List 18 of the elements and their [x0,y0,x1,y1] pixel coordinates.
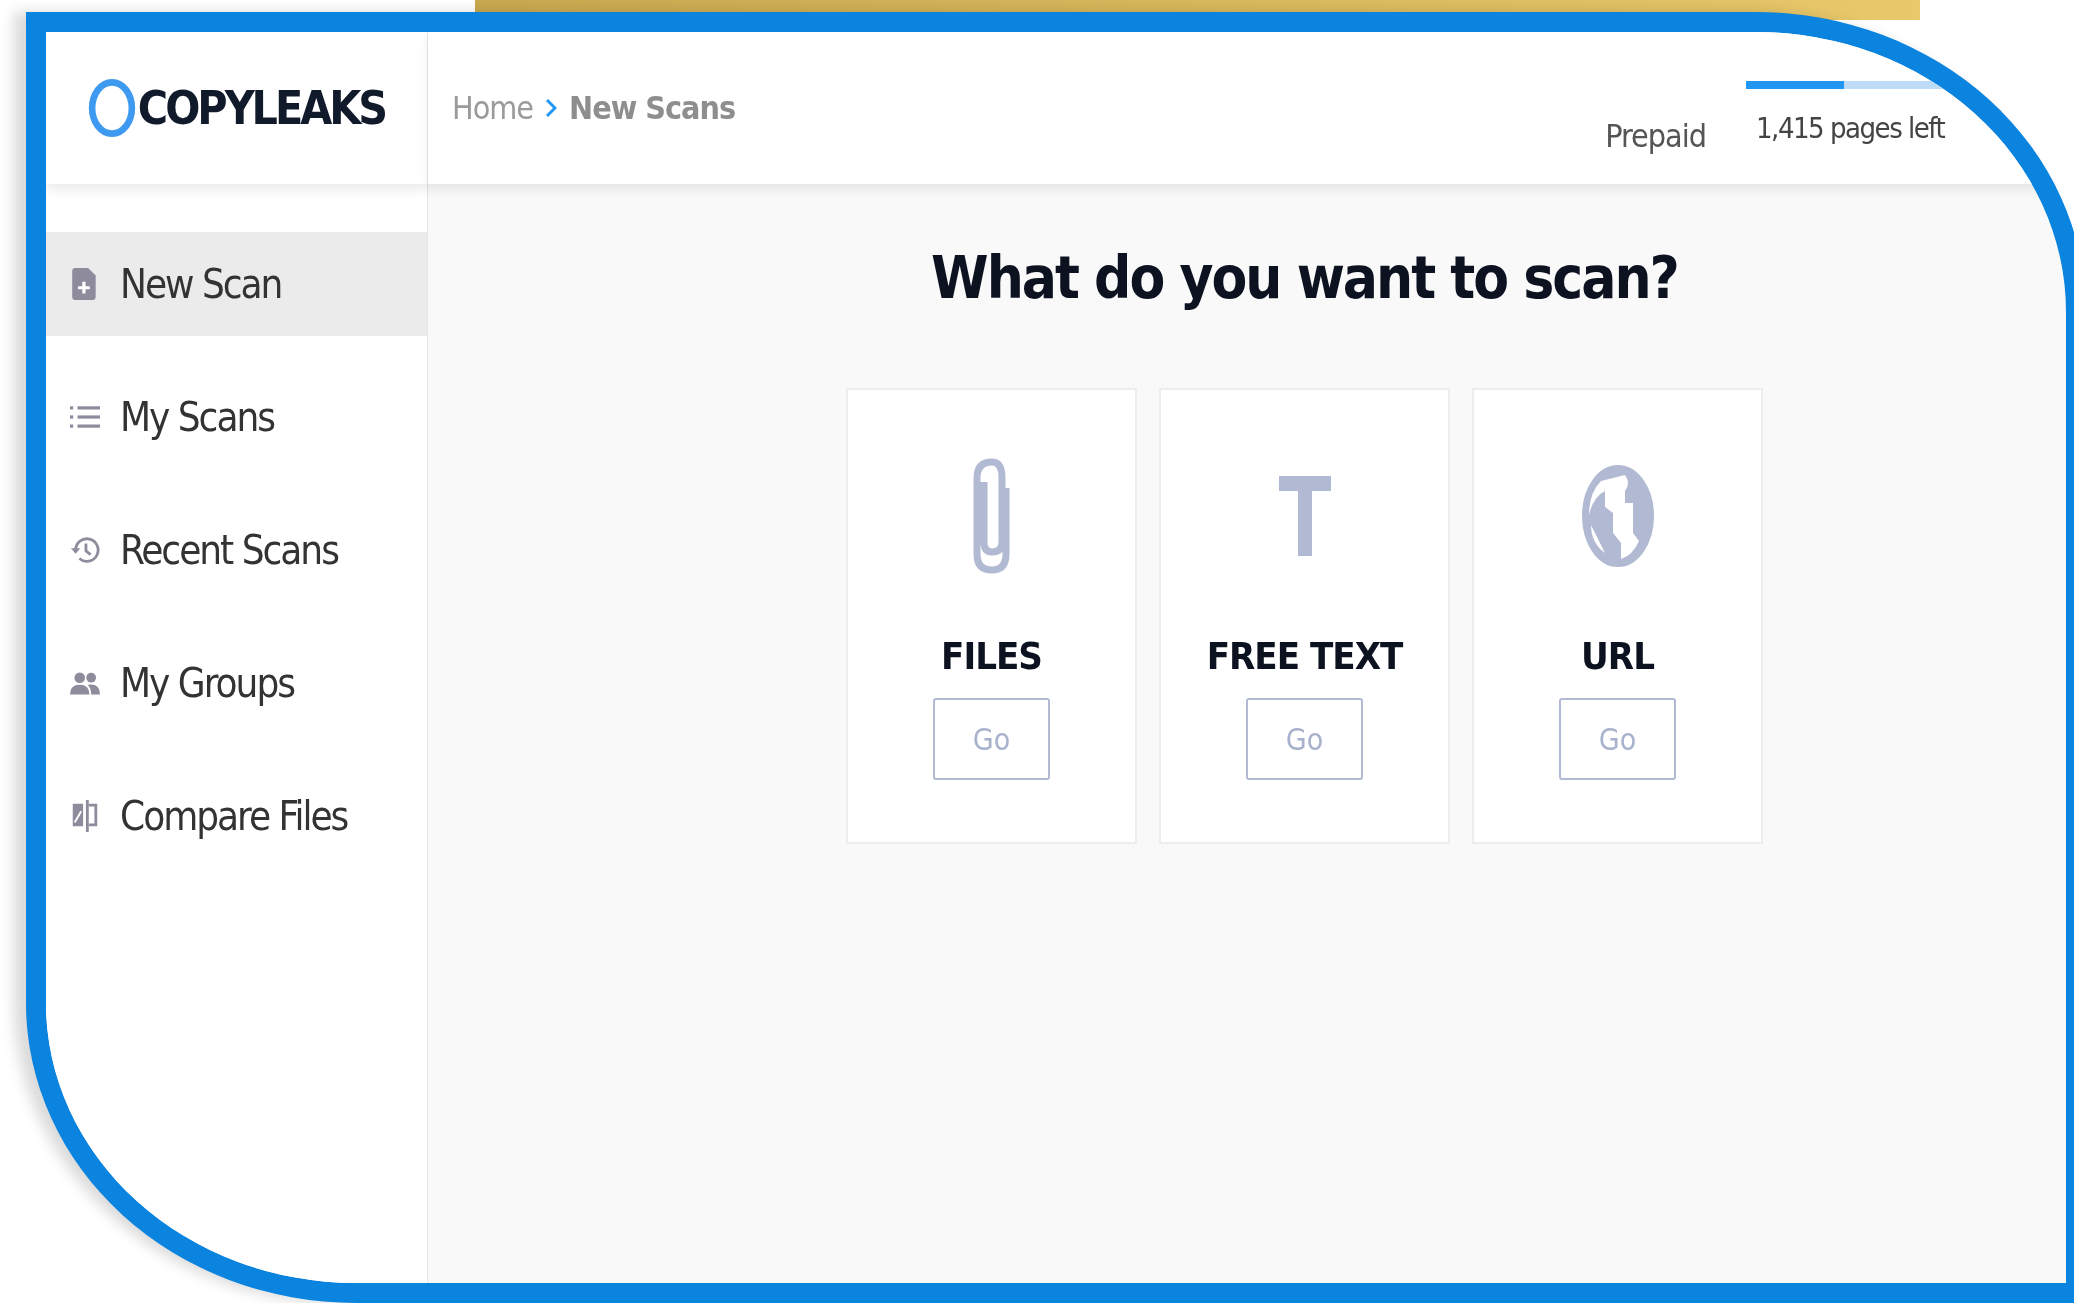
globe-icon [1580,463,1655,569]
logo-text: COPYLEAKS [137,81,386,135]
plan-label: Prepaid [1605,117,1706,155]
sidebar-item[interactable]: New Scan [46,232,427,336]
paperclip-icon [971,458,1012,574]
pages-left-text: 1,415 pages left [1755,111,1946,145]
option-label: FREE TEXT [1206,634,1403,678]
option-label: URL [1581,634,1654,678]
page-title: What do you want to scan? [931,244,1678,312]
sidebar-item[interactable]: Compare Files [46,764,427,868]
sidebar-item[interactable]: Recent Scans [46,498,427,602]
chevron-right-icon [545,98,558,118]
compare-icon [70,800,100,832]
sidebar-item[interactable]: My Groups [46,631,427,735]
history-icon [70,534,100,566]
text-icon [1278,476,1331,556]
option-label: FILES [941,634,1042,678]
sidebar-item[interactable]: My Scans [46,365,427,469]
